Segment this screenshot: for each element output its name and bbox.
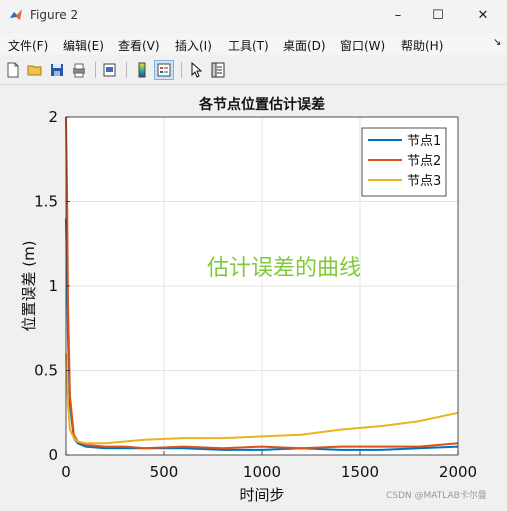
save-icon[interactable] xyxy=(48,61,66,79)
y-tick-label: 2 xyxy=(48,108,58,126)
toolbar-separator xyxy=(126,62,127,78)
y-tick-label: 0 xyxy=(48,446,58,464)
legend-label-3: 节点3 xyxy=(407,174,441,189)
menu-tools[interactable]: 工具(T) xyxy=(228,37,269,54)
y-tick-label: 1.5 xyxy=(34,193,58,211)
menu-bar: 文件(F) 编辑(E) 查看(V) 插入(I) 工具(T) 桌面(D) 窗口(W… xyxy=(0,33,507,55)
line-chart[interactable]: 0 500 1000 1500 200000.511.52 各节点位置估计误差 时间步 … xyxy=(0,85,507,507)
menu-desktop[interactable]: 桌面(D) xyxy=(283,37,326,54)
watermark: CSDN @MATLAB卡尔曼 xyxy=(386,491,487,501)
menu-file[interactable]: 文件(F) xyxy=(8,37,48,54)
pointer-icon[interactable] xyxy=(187,61,205,79)
legend-label-2: 节点2 xyxy=(407,154,441,169)
new-file-icon[interactable] xyxy=(4,61,22,79)
x-tick-label: 1000 xyxy=(243,463,281,481)
open-folder-icon[interactable] xyxy=(26,61,44,79)
minimize-button[interactable]: – xyxy=(378,0,418,32)
menu-view[interactable]: 查看(V) xyxy=(118,37,160,54)
colorbar-icon[interactable] xyxy=(133,61,151,79)
x-tick-label: 500 xyxy=(150,463,179,481)
figure-canvas: 0 500 1000 1500 2000 0 0.5 1 1.5 2 各节点位置估计误差 时间步 … xyxy=(0,85,507,507)
legend-label-1: 节点1 xyxy=(407,134,441,149)
x-axis-label: 时间步 xyxy=(239,486,284,504)
y-axis-label: 位置误差 (m) xyxy=(20,240,38,331)
x-tick-label: 2000 xyxy=(439,463,477,481)
menu-help[interactable]: 帮助(H) xyxy=(401,37,443,54)
property-inspector-icon[interactable] xyxy=(209,61,227,79)
menu-window[interactable]: 窗口(W) xyxy=(340,37,385,54)
window-titlebar: Figure 2 – ☐ ✕ xyxy=(0,0,507,32)
chart-annotation: 估计误差的曲线 xyxy=(207,256,361,281)
menu-edit[interactable]: 编辑(E) xyxy=(63,37,104,54)
figure-toolbar xyxy=(0,56,507,85)
dock-arrow-icon[interactable]: ↘ xyxy=(493,37,501,48)
y-tick-label: 1 xyxy=(48,277,58,295)
legend[interactable]: 节点1 节点2 节点3 xyxy=(361,127,447,197)
y-tick-label: 0.5 xyxy=(34,362,58,380)
toolbar-separator xyxy=(181,62,182,78)
window-title: Figure 2 xyxy=(30,8,79,22)
x-tick-label: 1500 xyxy=(341,463,379,481)
toolbar-separator xyxy=(95,62,96,78)
x-tick-label: 0 xyxy=(61,463,71,481)
maximize-button[interactable]: ☐ xyxy=(418,0,458,32)
print-preview-icon[interactable] xyxy=(101,61,119,79)
print-icon[interactable] xyxy=(70,61,88,79)
close-button[interactable]: ✕ xyxy=(463,0,503,32)
chart-title: 各节点位置估计误差 xyxy=(198,96,325,113)
legend-icon[interactable] xyxy=(154,60,174,80)
matlab-logo-icon xyxy=(10,9,22,20)
menu-insert[interactable]: 插入(I) xyxy=(175,37,212,54)
